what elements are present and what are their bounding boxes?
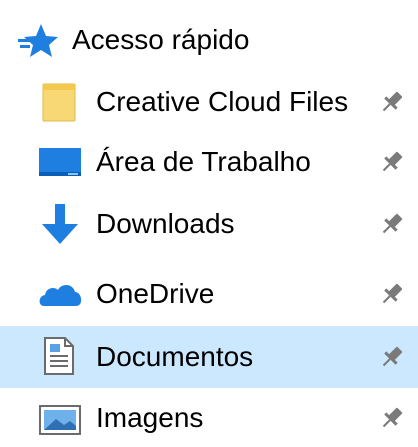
sidebar-item-onedrive[interactable]: OneDrive <box>0 266 418 322</box>
document-icon <box>44 337 74 375</box>
sidebar-item-label: Creative Cloud Files <box>96 86 349 117</box>
pictures-icon <box>39 405 81 435</box>
pin-icon[interactable] <box>378 280 406 308</box>
download-arrow-icon <box>42 204 78 244</box>
quick-access-label: Acesso rápido <box>72 24 250 55</box>
pin-icon[interactable] <box>378 88 406 116</box>
desktop-icon <box>39 148 81 176</box>
sidebar-item-label: Área de Trabalho <box>96 146 311 177</box>
sidebar-item-label: OneDrive <box>96 278 215 309</box>
pin-icon[interactable] <box>378 210 406 238</box>
sidebar-item-label: Documentos <box>96 341 254 372</box>
quick-access-item[interactable]: Acesso rápido <box>0 12 418 68</box>
sidebar-item-label: Imagens <box>96 402 204 433</box>
sidebar-item-creative-cloud-files[interactable]: Creative Cloud Files <box>0 74 418 130</box>
onedrive-cloud-icon <box>39 284 82 306</box>
pin-icon[interactable] <box>378 343 406 371</box>
pin-icon[interactable] <box>378 404 406 432</box>
sidebar-item-label: Downloads <box>96 208 235 239</box>
star-icon <box>18 24 58 57</box>
sidebar-item-desktop[interactable]: Área de Trabalho <box>0 134 418 190</box>
sidebar-item-pictures[interactable]: Imagens <box>0 390 418 446</box>
sidebar-item-downloads[interactable]: Downloads <box>0 196 418 252</box>
folder-icon <box>42 83 76 122</box>
quick-access-navigation-pane: Acesso rápido Creative Cloud Files Área … <box>0 0 418 447</box>
pin-icon[interactable] <box>378 148 406 176</box>
sidebar-item-documents[interactable]: Documentos <box>0 326 418 388</box>
